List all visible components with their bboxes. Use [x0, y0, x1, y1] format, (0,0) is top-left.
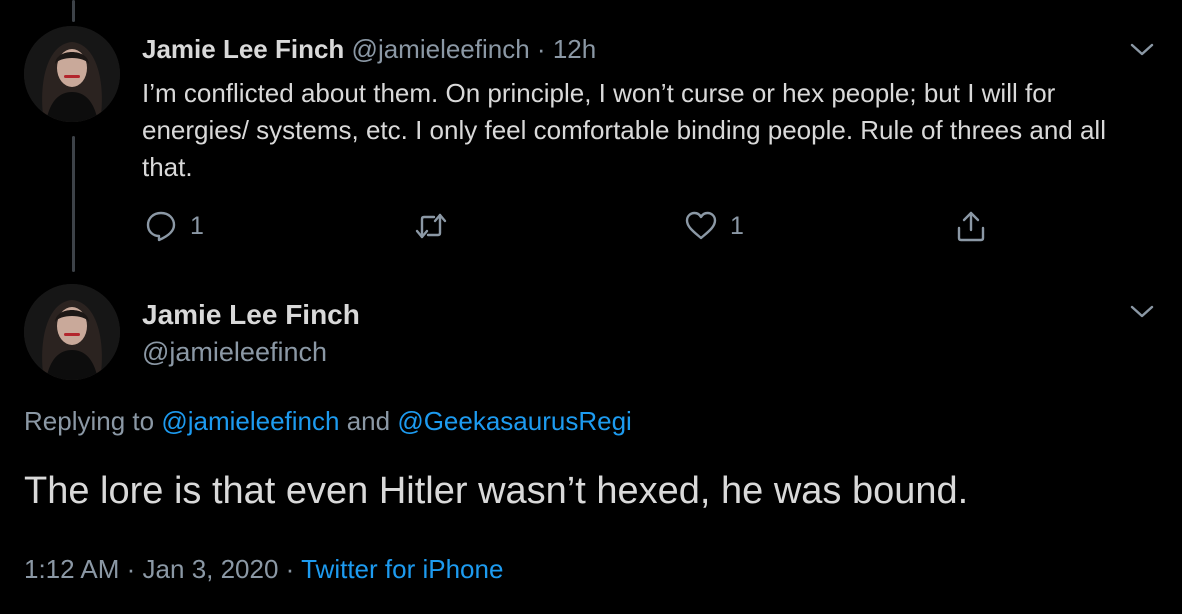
author-name[interactable]: Jamie Lee Finch — [142, 34, 344, 64]
header-separator: · — [536, 34, 546, 64]
reply-button[interactable]: 1 — [144, 206, 204, 246]
mention-link[interactable]: @jamieleefinch — [161, 406, 339, 436]
share-button[interactable] — [954, 206, 988, 246]
mention-link[interactable]: @GeekasaurusRegi — [397, 406, 632, 436]
avatar[interactable] — [24, 26, 120, 122]
author-handle[interactable]: @jamieleefinch — [142, 335, 327, 369]
tweet-time[interactable]: 1:12 AM — [24, 554, 119, 584]
chevron-down-icon[interactable] — [1128, 40, 1156, 60]
tweet-header: Jamie Lee Finch @jamieleefinch · 12h — [142, 32, 596, 66]
thread-line-top — [72, 0, 75, 22]
heart-icon — [684, 209, 718, 243]
chevron-down-icon[interactable] — [1128, 302, 1156, 322]
thread-line-connector — [72, 136, 75, 272]
tweet-actions: 1 1 — [142, 206, 1002, 246]
replying-to: Replying to @jamieleefinch and @Geekasau… — [24, 404, 632, 438]
tweet-time[interactable]: 12h — [553, 34, 596, 64]
meta-separator: · — [126, 554, 136, 584]
reply-count: 1 — [190, 211, 204, 240]
retweet-button[interactable] — [414, 206, 448, 246]
replying-prefix: Replying to — [24, 406, 155, 436]
share-icon — [954, 209, 988, 243]
tweet-date[interactable]: Jan 3, 2020 — [143, 554, 279, 584]
meta-separator: · — [285, 554, 295, 584]
tweet-source-link[interactable]: Twitter for iPhone — [301, 554, 503, 584]
speech-bubble-icon — [144, 209, 178, 243]
like-count: 1 — [730, 211, 744, 240]
tweet-text: The lore is that even Hitler wasn’t hexe… — [24, 470, 969, 512]
like-button[interactable]: 1 — [684, 206, 744, 246]
author-handle[interactable]: @jamieleefinch — [352, 34, 530, 64]
tweet-meta: 1:12 AM · Jan 3, 2020 · Twitter for iPho… — [24, 552, 503, 586]
tweet-text: I’m conflicted about them. On principle,… — [142, 78, 1106, 182]
avatar[interactable] — [24, 284, 120, 380]
retweet-icon — [414, 209, 448, 243]
author-name[interactable]: Jamie Lee Finch — [142, 298, 360, 332]
replying-joiner: and — [346, 406, 391, 436]
